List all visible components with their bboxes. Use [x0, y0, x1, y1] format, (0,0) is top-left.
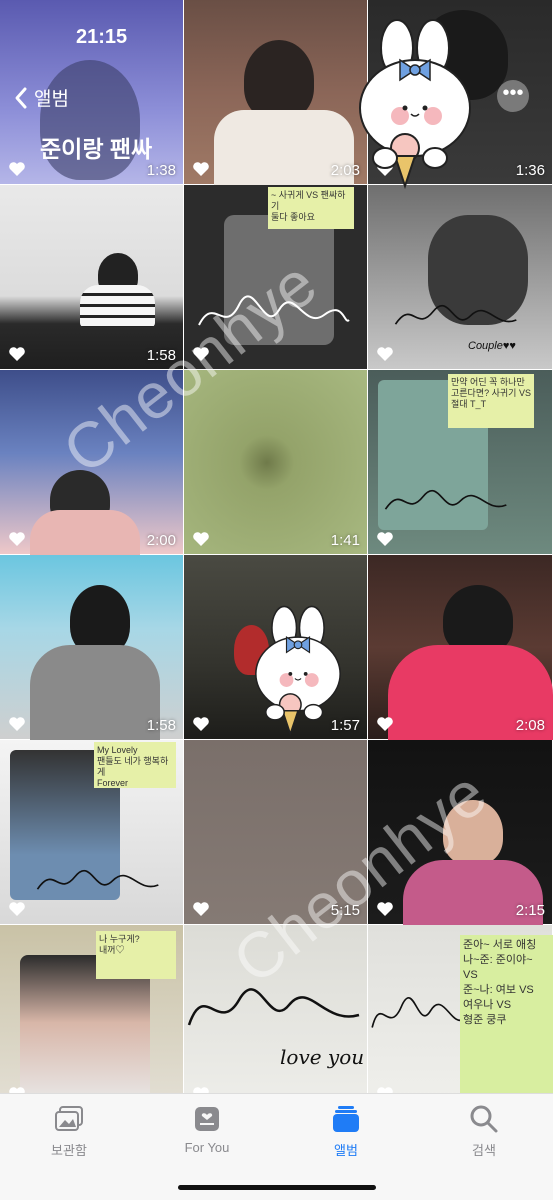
bunny-sticker	[255, 605, 341, 737]
photo-tile[interactable]: ~ 사귀게 VS 팬싸하기 둘다 좋아요	[184, 185, 368, 370]
video-duration: 1:58	[146, 717, 176, 734]
back-button[interactable]: 앨범	[14, 84, 69, 111]
photo-subject	[244, 40, 314, 120]
sticky-note: 나 누구게? 내꺼♡	[96, 931, 176, 979]
sticky-note: My Lovely 팬들도 네가 행복하게 Forever	[94, 742, 176, 788]
heart-icon[interactable]	[192, 346, 210, 362]
signature-drawing	[371, 997, 465, 1028]
signature-text: Couple♥♥	[468, 340, 516, 352]
heart-icon[interactable]	[192, 901, 210, 917]
video-duration: 2:00	[146, 532, 176, 549]
heart-icon[interactable]	[376, 716, 394, 732]
tab-bar: 보관함 For You 앨범 검색	[0, 1093, 553, 1200]
tab-for-you[interactable]: For You	[157, 1104, 257, 1155]
tab-label: 앨범	[334, 1143, 358, 1158]
heart-icon[interactable]	[8, 161, 26, 177]
video-duration: 1:41	[330, 532, 360, 549]
back-label: 앨범	[34, 89, 69, 110]
heart-icon[interactable]	[8, 346, 26, 362]
signature-drawing	[187, 988, 360, 1026]
tab-albums[interactable]: 앨범	[296, 1104, 396, 1159]
video-duration: 1:58	[146, 347, 176, 364]
tab-label: 보관함	[51, 1143, 87, 1158]
tab-label: 검색	[472, 1143, 496, 1158]
video-duration: 2:15	[515, 902, 545, 919]
bunny-sticker	[359, 19, 471, 190]
home-indicator	[178, 1185, 376, 1190]
heart-icon[interactable]	[376, 901, 394, 917]
heart-icon[interactable]	[8, 901, 26, 917]
photo-tile[interactable]: 2:08	[368, 555, 553, 740]
search-icon	[470, 1105, 498, 1133]
heart-icon[interactable]	[8, 716, 26, 732]
chevron-left-icon	[15, 87, 27, 108]
photo-subject	[443, 800, 503, 865]
signature-drawing	[394, 304, 517, 325]
album-title: 준이랑 팬싸	[40, 136, 153, 162]
tab-search[interactable]: 검색	[434, 1104, 534, 1159]
photo-tile[interactable]: 2:03	[184, 0, 368, 185]
photo-tile[interactable]: My Lovely 팬들도 네가 행복하게 Forever	[0, 740, 184, 925]
photo-library-icon	[55, 1106, 83, 1131]
photo-subject	[30, 645, 160, 740]
photo-subject	[80, 285, 155, 327]
albums-icon	[333, 1106, 359, 1132]
photo-tile[interactable]: 5:15	[184, 740, 368, 925]
photo-tile[interactable]: 준아~ 서로 애칭 나~준: 준이야~ VS 준~나: 여보 VS 여우나 VS…	[368, 925, 553, 1110]
heart-icon[interactable]	[376, 346, 394, 362]
photo-tile[interactable]: 1:41	[184, 370, 368, 555]
photo-tile[interactable]: 1:58	[0, 185, 184, 370]
signature-text: love you	[280, 1045, 365, 1069]
tab-label: For You	[184, 1140, 230, 1155]
tab-library[interactable]: 보관함	[19, 1104, 119, 1159]
photo-tile[interactable]: 2:15	[368, 740, 553, 925]
photo-tile[interactable]: 만약 어딘 꼭 하나만 고른다면? 사귀기 VS 절대 T_T	[368, 370, 553, 555]
photo-tile[interactable]: Couple♥♥	[368, 185, 553, 370]
photo-tile[interactable]: 1:58	[0, 555, 184, 740]
heart-icon[interactable]	[376, 531, 394, 547]
sticky-note: 만약 어딘 꼭 하나만 고른다면? 사귀기 VS 절대 T_T	[448, 374, 534, 428]
video-duration: 1:36	[515, 162, 545, 179]
heart-icon[interactable]	[192, 161, 210, 177]
video-duration: 5:15	[330, 902, 360, 919]
signature-drawing	[198, 295, 350, 326]
video-duration: 1:38	[146, 162, 176, 179]
more-options-icon[interactable]: •••	[497, 80, 529, 112]
signature-drawing	[384, 489, 507, 510]
sticky-note: 준아~ 서로 애칭 나~준: 준이야~ VS 준~나: 여보 VS 여우나 VS…	[460, 935, 553, 1101]
sticky-note: ~ 사귀게 VS 팬싸하기 둘다 좋아요	[268, 187, 354, 229]
photo-subject	[30, 510, 140, 555]
for-you-icon	[195, 1107, 219, 1131]
photo-tile[interactable]: 나 누구게? 내꺼♡	[0, 925, 184, 1110]
status-time: 21:15	[76, 26, 128, 48]
signature-drawing	[36, 869, 159, 890]
heart-icon[interactable]	[8, 531, 26, 547]
heart-icon[interactable]	[192, 716, 210, 732]
photo-tile[interactable]: love you	[184, 925, 368, 1110]
photo-tile[interactable]: 2:00	[0, 370, 184, 555]
video-duration: 2:08	[515, 717, 545, 734]
heart-icon[interactable]	[192, 531, 210, 547]
